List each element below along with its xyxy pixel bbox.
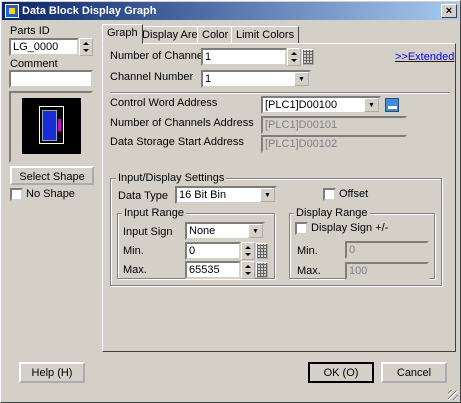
input-max-keypad-icon[interactable] — [256, 262, 268, 278]
input-sign-label: Input Sign — [123, 226, 173, 238]
no-shape-checkbox[interactable] — [10, 188, 23, 201]
shape-preview — [22, 98, 81, 154]
input-max-field[interactable]: 65535 — [185, 261, 241, 279]
channel-number-value: 1 — [205, 73, 212, 85]
window-title: Data Block Display Graph — [22, 5, 157, 17]
input-range-title: Input Range — [122, 207, 186, 219]
input-sign-value: None — [189, 225, 216, 237]
parts-id-spinner[interactable] — [79, 38, 93, 56]
display-max-field: 100 — [345, 262, 429, 280]
tab-color[interactable]: Color — [197, 26, 234, 44]
offset-checkbox[interactable] — [323, 188, 336, 201]
num-channels-keypad-icon[interactable] — [302, 49, 314, 65]
help-button[interactable]: Help (H) — [19, 362, 85, 383]
display-sign-label: Display Sign +/- — [311, 222, 389, 234]
resize-grip-icon[interactable] — [448, 390, 458, 400]
control-word-label: Control Word Address — [110, 97, 218, 109]
chevron-down-icon[interactable]: ▼ — [260, 188, 275, 202]
title-bar[interactable]: Data Block Display Graph × — [2, 2, 459, 20]
extended-link[interactable]: >>Extended — [395, 51, 454, 63]
parts-id-label: Parts ID — [10, 25, 50, 37]
num-channels-input[interactable]: 1 — [201, 48, 287, 66]
num-channels-address-field: [PLC1]D00101 — [261, 116, 407, 134]
separator — [110, 92, 450, 94]
num-channels-spinner[interactable] — [287, 48, 301, 66]
input-sign-select[interactable]: None ▼ — [185, 222, 265, 240]
display-max-label: Max. — [297, 265, 321, 277]
data-storage-label: Data Storage Start Address — [110, 136, 244, 148]
cancel-button[interactable]: Cancel — [381, 362, 447, 383]
address-icon-detail — [388, 106, 397, 109]
channel-number-label: Channel Number — [110, 71, 194, 83]
data-storage-field: [PLC1]D00102 — [261, 135, 407, 153]
chevron-down-icon[interactable]: ▼ — [364, 98, 379, 112]
input-min-field[interactable]: 0 — [185, 242, 241, 260]
address-input-icon[interactable] — [385, 98, 399, 112]
control-word-select[interactable]: [PLC1]D00100 ▼ — [261, 96, 381, 114]
graph-bar-shape — [42, 110, 57, 141]
offset-label: Offset — [339, 188, 369, 200]
parts-id-input[interactable]: LG_0000 — [9, 38, 79, 56]
graph-accent-shape — [58, 119, 61, 131]
control-word-value: [PLC1]D00100 — [265, 99, 338, 111]
display-min-field: 0 — [345, 241, 429, 259]
input-min-keypad-icon[interactable] — [256, 243, 268, 259]
io-settings-title: Input/Display Settings — [116, 172, 227, 184]
input-min-label: Min. — [123, 245, 144, 257]
data-type-value: 16 Bit Bin — [179, 189, 227, 201]
input-max-spinner[interactable] — [241, 261, 255, 279]
data-type-select[interactable]: 16 Bit Bin ▼ — [175, 186, 277, 204]
channel-number-select[interactable]: 1 ▼ — [201, 70, 311, 88]
display-range-title: Display Range — [294, 207, 370, 219]
num-channels-address-label: Number of Channels Address — [110, 117, 254, 129]
num-channels-label: Number of Channels — [110, 50, 211, 62]
comment-label: Comment — [10, 58, 58, 70]
data-type-label: Data Type — [118, 190, 168, 202]
display-min-label: Min. — [297, 245, 318, 257]
close-button[interactable]: × — [441, 4, 457, 18]
tab-graph[interactable]: Graph — [102, 24, 143, 44]
display-sign-checkbox[interactable] — [295, 222, 308, 235]
input-max-label: Max. — [123, 264, 147, 276]
select-shape-button[interactable]: Select Shape — [10, 166, 94, 185]
graph-frame-shape — [39, 106, 64, 144]
chevron-down-icon[interactable]: ▼ — [294, 72, 309, 86]
app-icon — [5, 4, 19, 18]
chevron-down-icon[interactable]: ▼ — [248, 224, 263, 238]
tab-panel-graph: Number of Channels 1 >>Extended Channel … — [102, 43, 456, 352]
comment-input[interactable] — [9, 70, 93, 88]
dialog-window: Data Block Display Graph × Parts ID LG_0… — [0, 0, 461, 403]
ok-button[interactable]: OK (O) — [308, 362, 374, 383]
shape-preview-frame — [9, 91, 93, 163]
tab-limit-colors[interactable]: Limit Colors — [231, 26, 300, 44]
input-min-spinner[interactable] — [241, 242, 255, 260]
no-shape-label: No Shape — [26, 188, 75, 200]
